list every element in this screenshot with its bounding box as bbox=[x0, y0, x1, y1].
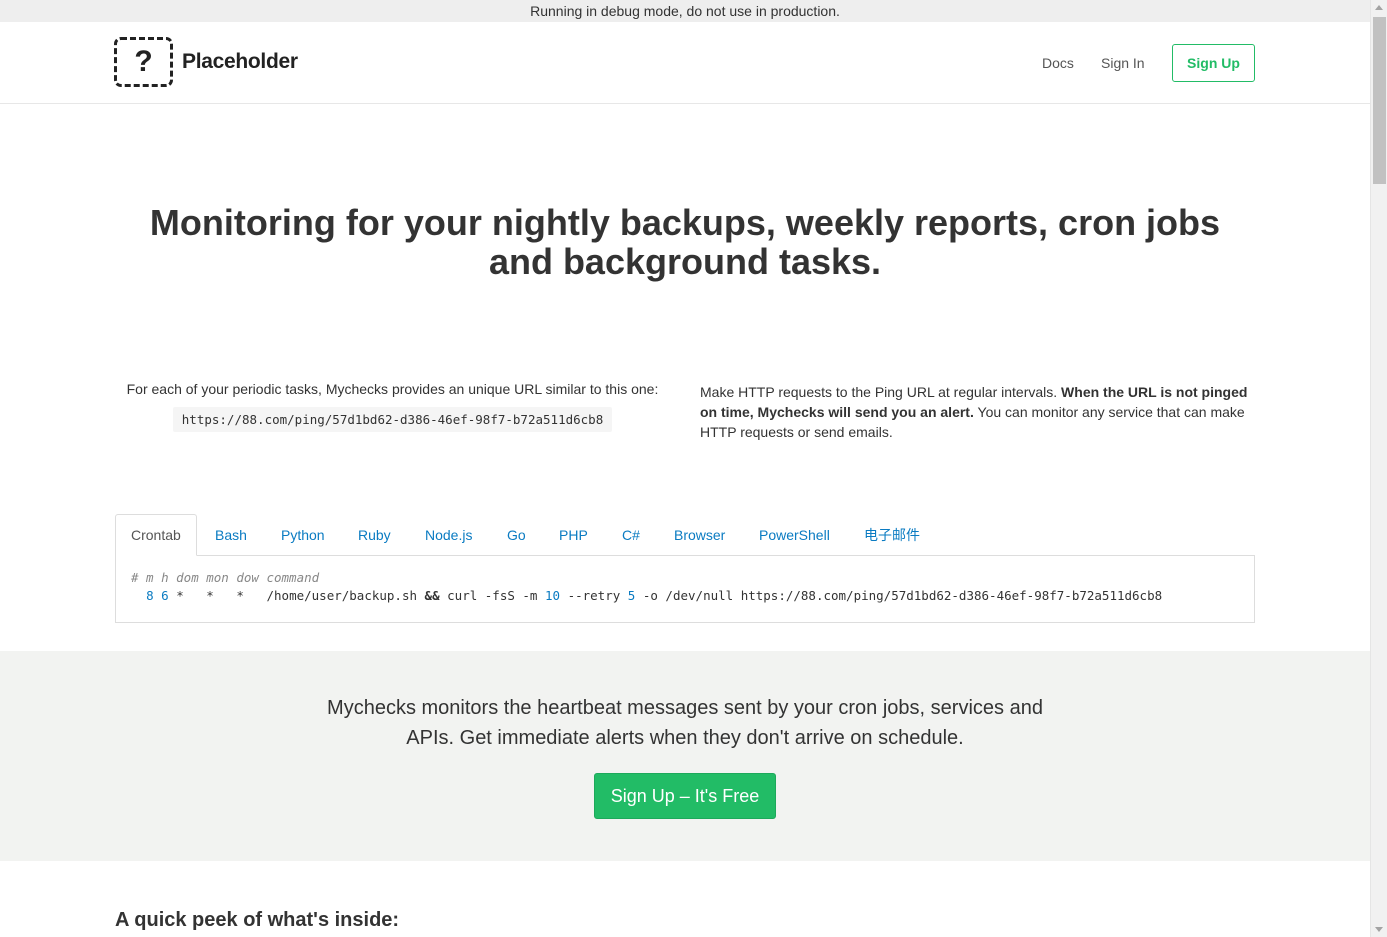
intro-right-text-1: Make HTTP requests to the Ping URL at re… bbox=[700, 384, 1062, 400]
tab-bash[interactable]: Bash bbox=[200, 514, 262, 556]
tab-browser[interactable]: Browser bbox=[659, 514, 740, 556]
crontab-code-snippet: # m h dom mon dow command 8 6 * * * /hom… bbox=[115, 555, 1255, 623]
tab-nodejs[interactable]: Node.js bbox=[410, 514, 487, 556]
cta-band-text-line1: Mychecks monitors the heartbeat messages… bbox=[327, 697, 1043, 719]
code-stars: * * * bbox=[176, 588, 244, 603]
hero-title-line1: Monitoring for your nightly backups, wee… bbox=[149, 202, 1221, 243]
tab-go[interactable]: Go bbox=[492, 514, 541, 556]
logo-glyph: ? bbox=[134, 45, 153, 78]
intro-left: For each of your periodic tasks, Mycheck… bbox=[115, 381, 670, 432]
code-cmd-part3: -o /dev/null https://88.com/ping/57d1bd6… bbox=[642, 588, 1163, 603]
tab-ruby[interactable]: Ruby bbox=[343, 514, 406, 556]
debug-banner: Running in debug mode, do not use in pro… bbox=[0, 0, 1370, 22]
code-comment: # m h dom mon dow command bbox=[131, 570, 320, 585]
code-hour: 6 bbox=[161, 588, 169, 603]
hero-title: Monitoring for your nightly backups, wee… bbox=[0, 203, 1370, 281]
nav-sign-in-link[interactable]: Sign In bbox=[1101, 55, 1145, 71]
code-retry-flag: --retry bbox=[567, 588, 621, 603]
placeholder-logo-icon: ? bbox=[114, 37, 173, 87]
brand-logo-link[interactable]: ? Placeholder bbox=[114, 37, 298, 87]
brand-name: Placeholder bbox=[182, 50, 298, 73]
debug-banner-text: Running in debug mode, do not use in pro… bbox=[530, 3, 840, 19]
code-cmd-part1: /home/user/backup.sh bbox=[266, 588, 418, 603]
cta-band: Mychecks monitors the heartbeat messages… bbox=[0, 651, 1370, 861]
intro-left-text: For each of your periodic tasks, Mycheck… bbox=[126, 381, 659, 397]
sign-up-free-button[interactable]: Sign Up – It's Free bbox=[594, 773, 776, 819]
ping-url-example: https://88.com/ping/57d1bd62-d386-46ef-9… bbox=[172, 407, 613, 432]
intro-right: Make HTTP requests to the Ping URL at re… bbox=[700, 382, 1255, 442]
scroll-down-arrow-icon[interactable] bbox=[1375, 927, 1383, 932]
tab-python[interactable]: Python bbox=[266, 514, 340, 556]
code-and: && bbox=[424, 588, 440, 603]
hero-title-line2: and background tasks. bbox=[488, 241, 882, 282]
nav-sign-up-button[interactable]: Sign Up bbox=[1172, 44, 1255, 82]
cta-band-text-line2: APIs. Get immediate alerts when they don… bbox=[406, 727, 964, 749]
code-cmd-part2: curl -fsS -m bbox=[447, 588, 538, 603]
scroll-up-arrow-icon[interactable] bbox=[1375, 5, 1383, 10]
tab-powershell[interactable]: PowerShell bbox=[744, 514, 845, 556]
cta-band-text: Mychecks monitors the heartbeat messages… bbox=[300, 693, 1070, 753]
code-retry: 5 bbox=[627, 588, 636, 603]
page-scrollbar[interactable] bbox=[1370, 0, 1387, 937]
tab-csharp[interactable]: C# bbox=[607, 514, 655, 556]
tab-php[interactable]: PHP bbox=[544, 514, 603, 556]
code-timeout: 10 bbox=[544, 588, 561, 603]
quick-peek-heading: A quick peek of what's inside: bbox=[115, 909, 400, 931]
navbar: ? Placeholder Docs Sign In Sign Up bbox=[0, 22, 1370, 104]
scrollbar-thumb[interactable] bbox=[1373, 17, 1386, 184]
tab-crontab[interactable]: Crontab bbox=[115, 514, 197, 556]
tab-email[interactable]: 电子邮件 bbox=[849, 514, 935, 556]
integration-tabs: Crontab Bash Python Ruby Node.js Go PHP … bbox=[115, 514, 1255, 556]
nav-docs-link[interactable]: Docs bbox=[1042, 55, 1074, 71]
code-minute: 8 bbox=[146, 588, 154, 603]
